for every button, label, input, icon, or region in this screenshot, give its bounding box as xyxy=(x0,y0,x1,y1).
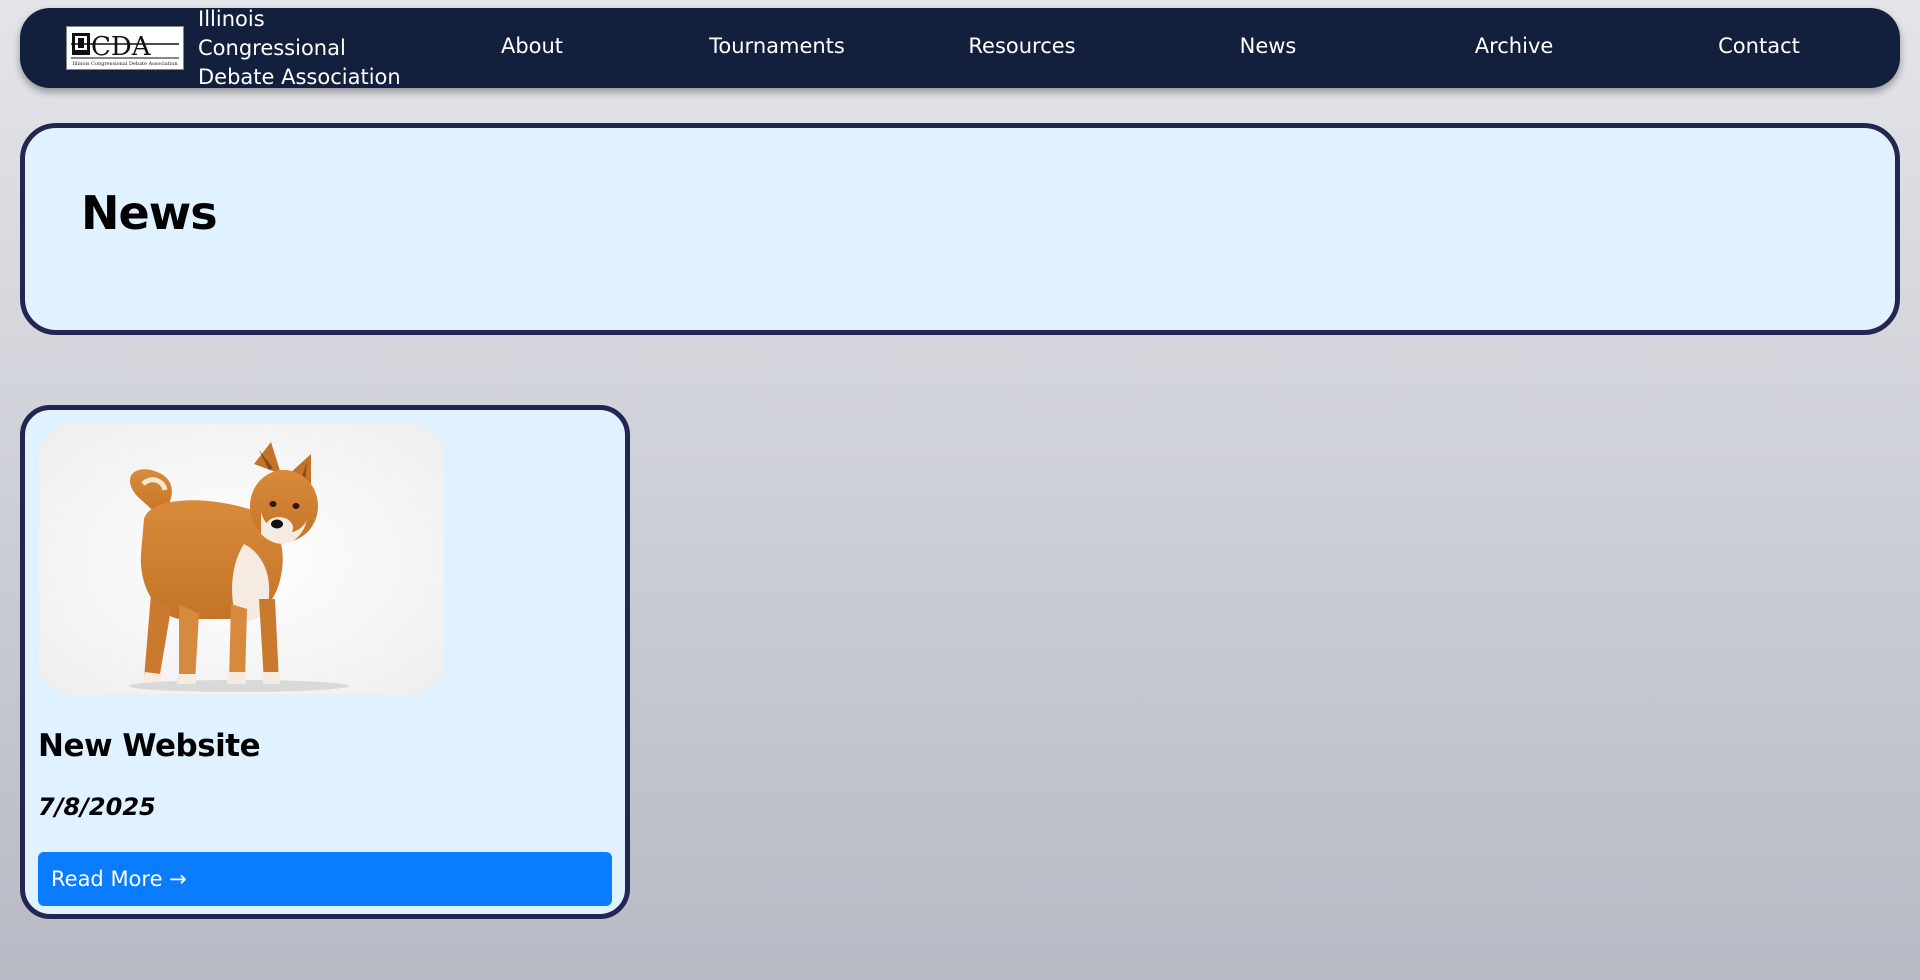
nav-link-about[interactable]: About xyxy=(501,8,563,88)
news-card: New Website 7/8/2025 Read More → xyxy=(20,405,630,919)
page-title: News xyxy=(81,186,218,240)
read-more-button[interactable]: Read More → xyxy=(38,852,612,906)
top-navbar: CDA Illinois Congressional Debate Associ… xyxy=(20,7,1900,89)
page-header: News xyxy=(20,123,1900,335)
news-card-title[interactable]: New Website xyxy=(38,728,261,764)
nav-link-tournaments[interactable]: Tournaments xyxy=(709,8,845,88)
news-card-image xyxy=(39,424,444,694)
shiba-inu-dog-icon xyxy=(39,424,444,694)
nav-link-resources[interactable]: Resources xyxy=(968,8,1075,88)
nav-links: About Tournaments Resources News Archive… xyxy=(20,8,1900,88)
nav-link-contact[interactable]: Contact xyxy=(1718,8,1800,88)
nav-link-archive[interactable]: Archive xyxy=(1475,8,1554,88)
nav-link-news[interactable]: News xyxy=(1240,8,1297,88)
news-card-date: 7/8/2025 xyxy=(38,793,156,821)
